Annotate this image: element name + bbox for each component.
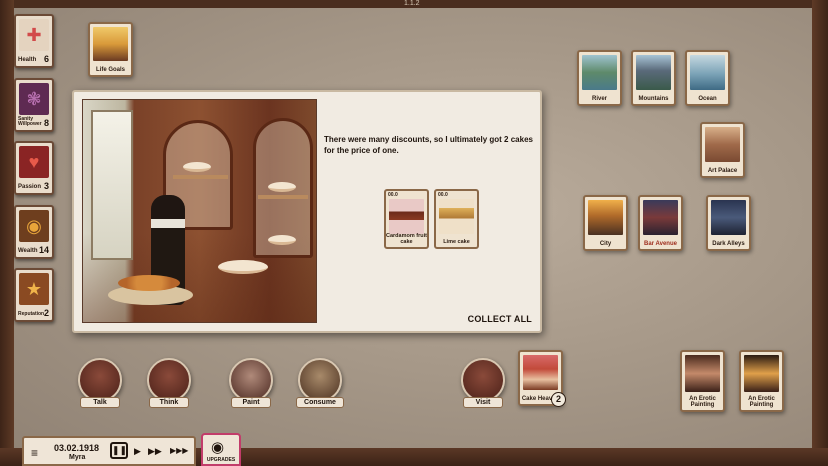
brain-icon: ❃ (19, 83, 49, 115)
place-art (636, 55, 671, 90)
painting-card[interactable]: An Erotic Painting (680, 350, 725, 412)
card-name: An Erotic Painting (689, 396, 716, 408)
stat-reputation[interactable]: ★ Reputation 2 (14, 268, 54, 322)
consume-label[interactable]: Consume (296, 397, 344, 408)
current-date: 03.02.1918 (54, 443, 100, 453)
stat-label: Sanity Willpower (18, 116, 42, 127)
stat-value: 6 (43, 54, 49, 64)
reward-name: Lime cake (443, 239, 470, 245)
scene-cake (268, 182, 296, 192)
scene-cake (183, 162, 211, 172)
place-card-bar-avenue[interactable]: Bar Avenue (638, 195, 683, 251)
place-art (582, 55, 617, 90)
think-action[interactable] (147, 358, 191, 402)
stat-wealth[interactable]: ◉ Wealth 14 (14, 205, 54, 259)
stat-value: 2 (43, 308, 49, 318)
stat-health[interactable]: ✚ Health 6 (14, 14, 54, 68)
stat-label: Passion (18, 184, 42, 190)
reward-card-cardamom[interactable]: 00.0 Cardamom fruit cake (384, 189, 429, 249)
bakery-scene-illustration (82, 99, 317, 323)
consume-action[interactable] (298, 358, 342, 402)
scene-cake (268, 235, 296, 245)
place-card-ocean[interactable]: Ocean (685, 50, 730, 106)
card-name: An Erotic Painting (748, 396, 775, 408)
card-name: Dark Alleys (712, 241, 745, 247)
place-art (523, 355, 558, 390)
scene-shelf (258, 195, 308, 199)
painting-art (744, 355, 779, 392)
card-name: Bar Avenue (644, 241, 677, 247)
star-icon: ★ (19, 273, 49, 305)
card-count-badge: 2 (551, 392, 566, 407)
pause-button[interactable]: ❚❚ (110, 442, 128, 459)
menu-icon[interactable]: ≡ (31, 446, 38, 460)
place-art (690, 55, 725, 90)
card-name: Art Palace (707, 168, 738, 174)
scene-shelf (173, 175, 228, 179)
stat-passion[interactable]: ♥ Passion 3 (14, 141, 54, 195)
wood-frame-left (0, 0, 14, 466)
event-dialog: There were many discounts, so I ultimate… (72, 90, 542, 333)
wood-frame-right (812, 0, 828, 466)
talk-action[interactable] (78, 358, 122, 402)
place-card-city[interactable]: City (583, 195, 628, 251)
fastest-forward-button[interactable]: ▶▶▶ (170, 444, 188, 458)
scene-bread (118, 275, 180, 291)
life-goals-art (93, 27, 128, 61)
place-card-mountains[interactable]: Mountains (631, 50, 676, 106)
reward-art (439, 199, 474, 234)
card-name: Ocean (698, 96, 717, 102)
place-card-art-palace[interactable]: Art Palace (700, 122, 745, 178)
card-name: Life Goals (95, 67, 125, 73)
fast-forward-button[interactable]: ▶▶ (148, 444, 162, 458)
coin-eye-icon: ◉ (19, 210, 49, 242)
card-name: Mountains (638, 96, 669, 102)
dialog-text: There were many discounts, so I ultimate… (324, 135, 533, 155)
upgrades-button[interactable]: ◉ UPGRADES (201, 433, 241, 466)
reward-card-lime[interactable]: 00.0 Lime cake (434, 189, 479, 249)
visit-action[interactable] (461, 358, 505, 402)
play-button[interactable]: ▶ (134, 444, 141, 458)
reward-price: 00.0 (438, 192, 448, 198)
stat-value: 14 (38, 245, 49, 255)
paint-action[interactable] (229, 358, 273, 402)
painting-card[interactable]: An Erotic Painting (739, 350, 784, 412)
place-art (705, 127, 740, 162)
upgrades-label: UPGRADES (206, 457, 236, 463)
place-art (711, 200, 746, 235)
place-card-river[interactable]: River (577, 50, 622, 106)
stat-label: Health (18, 57, 37, 63)
stat-label: Reputation (18, 311, 45, 317)
stat-value: 8 (43, 118, 49, 128)
reward-art (389, 199, 424, 234)
talk-label[interactable]: Talk (80, 397, 120, 408)
collect-all-button[interactable]: COLLECT ALL (468, 314, 532, 324)
place-art (643, 200, 678, 235)
place-art (588, 200, 623, 235)
scene-cake (218, 260, 268, 274)
painting-art (685, 355, 720, 392)
place-card-dark-alleys[interactable]: Dark Alleys (706, 195, 751, 251)
scene-window (91, 110, 133, 260)
time-control-bar: ≡ 03.02.1918 Myra ❚❚ ▶ ▶▶ ▶▶▶ (22, 436, 196, 466)
version-label: 1.1.2 (404, 0, 420, 7)
reward-name: Cardamom fruit cake (386, 233, 427, 245)
card-name: City (599, 241, 612, 247)
stat-label: Wealth (18, 248, 38, 254)
visit-label[interactable]: Visit (463, 397, 503, 408)
stat-sanity[interactable]: ❃ Sanity Willpower 8 (14, 78, 54, 132)
heart-icon: ♥ (19, 146, 49, 178)
life-goals-card[interactable]: Life Goals (88, 22, 133, 77)
red-cross-icon: ✚ (19, 19, 49, 51)
card-name: River (591, 96, 607, 102)
stat-value: 3 (43, 181, 49, 191)
paint-label[interactable]: Paint (231, 397, 271, 408)
reward-price: 00.0 (388, 192, 398, 198)
think-label[interactable]: Think (149, 397, 189, 408)
character-name: Myra (69, 454, 86, 461)
eye-icon: ◉ (211, 439, 225, 456)
